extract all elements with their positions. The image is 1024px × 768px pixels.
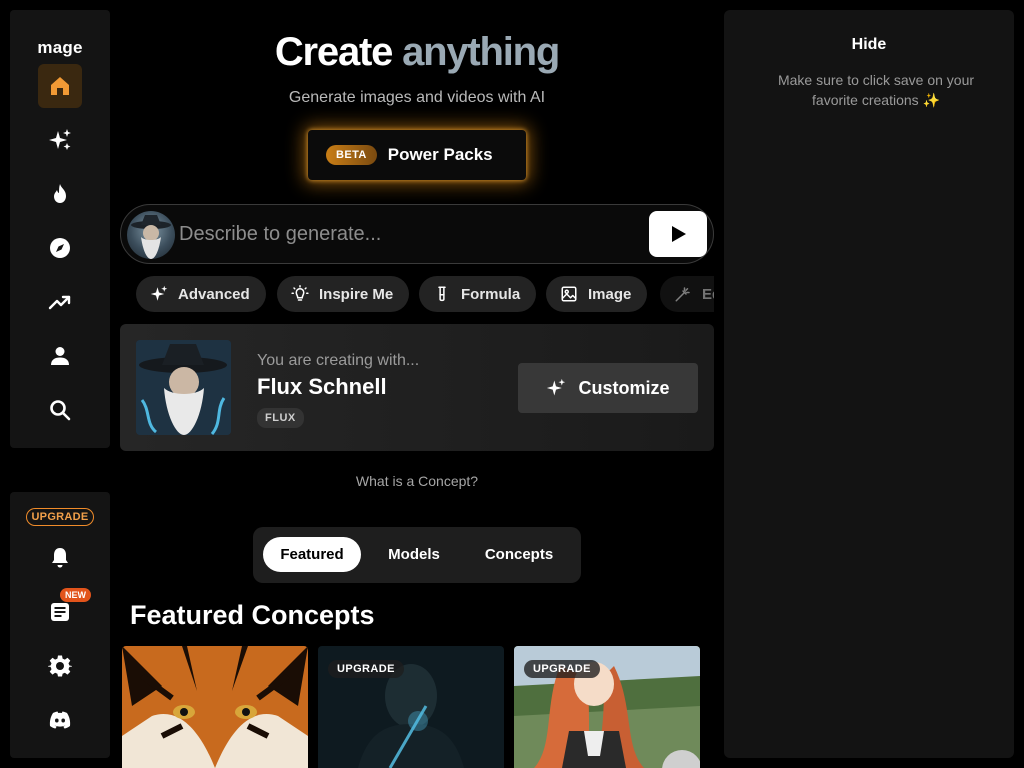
model-thumbnail [136,340,231,435]
nav-hot[interactable] [38,172,82,216]
user-icon [51,347,69,365]
discord-icon [49,711,71,729]
document-icon [51,603,69,621]
chip-edit[interactable]: Edit [660,276,714,312]
nav-trending[interactable] [38,280,82,324]
nav-explore[interactable] [38,226,82,270]
chip-advanced[interactable]: Advanced [136,276,266,312]
sparkles-icon [150,285,168,301]
tiger-image [122,646,308,768]
chip-inspire-me[interactable]: Inspire Me [277,276,410,312]
featured-concepts-heading: Featured Concepts [130,600,375,630]
fire-icon [54,184,66,203]
model-tag: FLUX [257,408,304,428]
save-tip: Make sure to click save on your favorite… [777,72,975,108]
upgrade-button[interactable]: UPGRADE [26,508,94,526]
page: mage UPGRADE NEW Create anything Generat… [0,0,1024,768]
nav-profile[interactable] [38,334,82,378]
play-icon [672,226,686,242]
title-word-2: anything [402,30,560,74]
chip-label: Image [588,285,632,303]
tab-featured[interactable]: Featured [263,537,361,572]
sidebar-top: mage [10,10,110,448]
title-word-1: Create [274,30,394,74]
concept-card[interactable]: UPGRADE [318,646,504,768]
content-tabs: Featured Models Concepts [253,527,581,583]
what-is-concept-link[interactable]: What is a Concept? [120,473,714,489]
image-icon [561,286,577,302]
page-title: Create anything [120,30,714,75]
power-packs-button[interactable]: BETA Power Packs [308,130,526,180]
prompt-bar [120,204,714,264]
lightbulb-icon [291,285,309,301]
nav-discord[interactable] [38,698,82,742]
search-icon [50,400,71,421]
chip-label: Edit [702,285,714,303]
tab-models[interactable]: Models [371,537,457,572]
nav-create[interactable] [38,118,82,162]
hide-panel-button[interactable]: Hide [724,36,1014,54]
test-tube-icon [438,286,446,302]
page-subtitle: Generate images and videos with AI [288,89,546,106]
upgrade-badge: UPGRADE [328,660,404,678]
chip-label: Inspire Me [319,285,394,303]
compass-icon [50,238,70,258]
beta-badge: BETA [326,145,377,165]
concept-card[interactable]: UPGRADE [514,646,700,768]
customize-button[interactable]: Customize [518,363,698,413]
app-logo[interactable]: mage [10,38,110,58]
bell-icon [52,548,68,568]
tab-concepts[interactable]: Concepts [467,537,571,572]
nav-home[interactable] [38,64,82,108]
new-badge: NEW [60,588,91,602]
home-icon [51,77,69,95]
power-packs-label: Power Packs [387,145,493,164]
upgrade-badge: UPGRADE [524,660,600,678]
prompt-input[interactable] [179,215,639,253]
trending-icon [48,295,71,310]
nav-settings[interactable] [38,644,82,688]
model-avatar[interactable] [127,211,175,259]
sparkles-icon [49,129,71,150]
wizard-avatar-image [131,215,171,259]
wizard-thumbnail-image [136,340,231,435]
customize-label: Customize [578,377,670,398]
right-panel: Hide Make sure to click save on your fav… [724,10,1014,758]
model-name: Flux Schnell [257,374,387,399]
creating-with-label: You are creating with... [257,352,420,369]
chip-image[interactable]: Image [546,276,648,312]
prompt-options: Advanced Inspire Me Formula Image E [120,276,714,312]
nav-notifications[interactable] [38,536,82,580]
nav-search[interactable] [38,388,82,432]
magic-wand-icon [675,287,690,302]
chip-label: Advanced [178,285,250,303]
settings-icon [48,655,72,677]
concept-card[interactable] [122,646,308,768]
generate-button[interactable] [649,211,707,257]
model-card: You are creating with... Flux Schnell FL… [120,324,714,451]
chip-formula[interactable]: Formula [419,276,537,312]
sidebar-bottom: UPGRADE NEW [10,492,110,758]
chip-label: Formula [461,285,521,303]
sparkles-icon [547,378,566,396]
